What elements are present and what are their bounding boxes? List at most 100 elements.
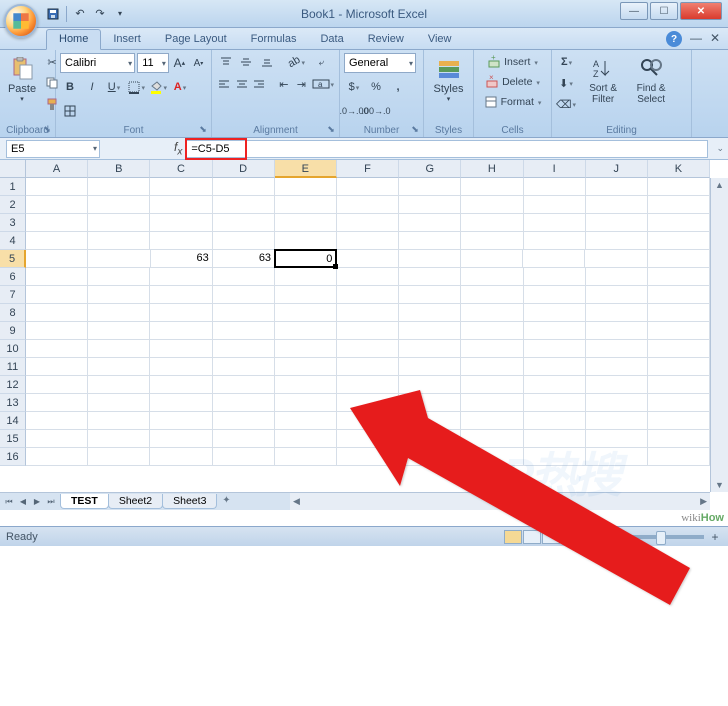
borders-dropdown[interactable] — [60, 101, 80, 121]
cell-F3[interactable] — [337, 214, 399, 232]
row-header-6[interactable]: 6 — [0, 268, 26, 286]
cell-E7[interactable] — [275, 286, 337, 304]
row-header-11[interactable]: 11 — [0, 358, 26, 376]
cell-E15[interactable] — [275, 430, 337, 448]
cell-K6[interactable] — [648, 268, 710, 286]
cell-C9[interactable] — [150, 322, 212, 340]
column-header-D[interactable]: D — [213, 160, 275, 178]
cell-J5[interactable] — [585, 250, 647, 268]
cell-K5[interactable] — [648, 250, 710, 268]
cell-J3[interactable] — [586, 214, 648, 232]
cell-I9[interactable] — [524, 322, 586, 340]
cell-J14[interactable] — [586, 412, 648, 430]
cell-G7[interactable] — [399, 286, 461, 304]
cell-C5[interactable]: 63 — [151, 250, 213, 268]
cell-I3[interactable] — [524, 214, 586, 232]
cell-K15[interactable] — [648, 430, 710, 448]
row-header-14[interactable]: 14 — [0, 412, 26, 430]
cell-D7[interactable] — [213, 286, 275, 304]
cell-B5[interactable] — [88, 250, 150, 268]
qat-customize-button[interactable]: ▾ — [111, 5, 129, 23]
cell-J1[interactable] — [586, 178, 648, 196]
cell-E10[interactable] — [275, 340, 337, 358]
minimize-ribbon-button[interactable]: — — [690, 31, 702, 45]
cell-F1[interactable] — [337, 178, 399, 196]
cell-G12[interactable] — [399, 376, 461, 394]
cell-A16[interactable] — [26, 448, 88, 466]
cell-A2[interactable] — [26, 196, 88, 214]
cell-G4[interactable] — [399, 232, 461, 250]
align-bottom-button[interactable] — [257, 52, 277, 72]
cell-D5[interactable]: 63 — [213, 250, 275, 268]
zoom-level[interactable]: 100% — [568, 531, 596, 543]
cell-B14[interactable] — [88, 412, 150, 430]
cell-K1[interactable] — [648, 178, 710, 196]
zoom-out-button[interactable]: − — [596, 530, 610, 544]
window-close-button[interactable]: ✕ — [680, 2, 722, 20]
row-header-3[interactable]: 3 — [0, 214, 26, 232]
cell-C8[interactable] — [150, 304, 212, 322]
cell-G1[interactable] — [399, 178, 461, 196]
cell-F4[interactable] — [337, 232, 399, 250]
percent-button[interactable]: % — [366, 77, 386, 97]
cell-K4[interactable] — [648, 232, 710, 250]
close-workbook-button[interactable]: ✕ — [710, 31, 720, 45]
column-header-J[interactable]: J — [586, 160, 648, 178]
merge-center-button[interactable]: a — [311, 74, 336, 94]
row-header-9[interactable]: 9 — [0, 322, 26, 340]
cell-E5[interactable]: 0 — [274, 249, 337, 268]
cell-H5[interactable] — [461, 250, 523, 268]
align-center-button[interactable] — [233, 74, 249, 94]
cell-E12[interactable] — [275, 376, 337, 394]
cell-D16[interactable] — [213, 448, 275, 466]
cell-G14[interactable] — [399, 412, 461, 430]
row-header-12[interactable]: 12 — [0, 376, 26, 394]
view-page-break-button[interactable] — [542, 530, 560, 544]
cell-E1[interactable] — [275, 178, 337, 196]
cell-H11[interactable] — [461, 358, 523, 376]
cell-F12[interactable] — [337, 376, 399, 394]
cell-H12[interactable] — [461, 376, 523, 394]
row-header-16[interactable]: 16 — [0, 448, 26, 466]
cell-I2[interactable] — [524, 196, 586, 214]
border-button[interactable] — [126, 77, 146, 97]
comma-button[interactable]: , — [388, 77, 408, 97]
cell-C11[interactable] — [150, 358, 212, 376]
cell-J12[interactable] — [586, 376, 648, 394]
cell-J8[interactable] — [586, 304, 648, 322]
grow-font-button[interactable]: A▴ — [171, 53, 188, 73]
tab-insert[interactable]: Insert — [101, 30, 153, 49]
name-box[interactable]: E5 — [6, 140, 100, 158]
font-size-combo[interactable]: 11 — [137, 53, 169, 73]
cell-C4[interactable] — [150, 232, 212, 250]
cell-G13[interactable] — [399, 394, 461, 412]
sheet-nav-last[interactable]: ⏭ — [44, 495, 58, 509]
cell-F6[interactable] — [337, 268, 399, 286]
sheet-tab-sheet2[interactable]: Sheet2 — [108, 494, 163, 509]
cell-C16[interactable] — [150, 448, 212, 466]
cell-A7[interactable] — [26, 286, 88, 304]
office-button[interactable] — [4, 4, 38, 38]
cell-I15[interactable] — [524, 430, 586, 448]
cell-A13[interactable] — [26, 394, 88, 412]
tab-page-layout[interactable]: Page Layout — [153, 30, 239, 49]
cell-B1[interactable] — [88, 178, 150, 196]
cell-H7[interactable] — [461, 286, 523, 304]
accounting-format-button[interactable]: $ — [344, 77, 364, 97]
cell-B2[interactable] — [88, 196, 150, 214]
tab-view[interactable]: View — [416, 30, 464, 49]
tab-data[interactable]: Data — [308, 30, 355, 49]
cell-G16[interactable] — [399, 448, 461, 466]
help-button[interactable]: ? — [666, 31, 682, 47]
bold-button[interactable]: B — [60, 77, 80, 97]
cell-G15[interactable] — [399, 430, 461, 448]
sheet-nav-prev[interactable]: ◀ — [16, 495, 30, 509]
paste-button[interactable]: Paste ▾ — [4, 52, 40, 118]
cell-D3[interactable] — [213, 214, 275, 232]
cell-H16[interactable] — [461, 448, 523, 466]
format-cells-button[interactable]: Format — [478, 92, 547, 112]
cell-H2[interactable] — [461, 196, 523, 214]
cell-C3[interactable] — [150, 214, 212, 232]
qat-undo-button[interactable]: ↶ — [71, 5, 89, 23]
column-header-I[interactable]: I — [524, 160, 586, 178]
